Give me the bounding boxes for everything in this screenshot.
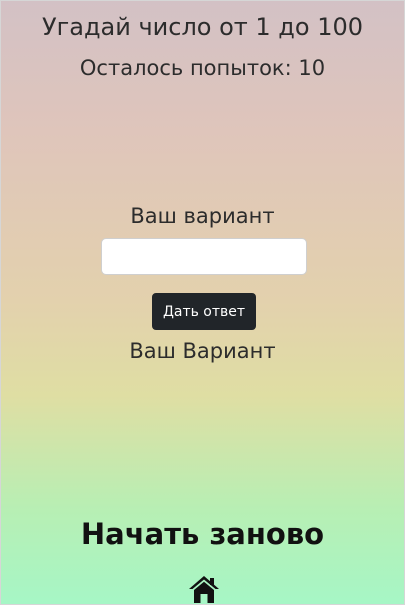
restart-button[interactable]: Начать заново bbox=[1, 517, 404, 551]
game-screen: Угадай число от 1 до 100 Осталось попыто… bbox=[0, 0, 405, 605]
attempts-remaining: Осталось попыток: 10 bbox=[79, 56, 326, 80]
page-title: Угадай число от 1 до 100 bbox=[42, 13, 363, 41]
guess-result-text: Ваш Вариант bbox=[129, 339, 276, 363]
guess-input[interactable] bbox=[101, 238, 307, 275]
home-icon[interactable] bbox=[188, 575, 220, 603]
submit-answer-button[interactable]: Дать ответ bbox=[152, 293, 256, 330]
guess-label: Ваш вариант bbox=[130, 204, 275, 228]
